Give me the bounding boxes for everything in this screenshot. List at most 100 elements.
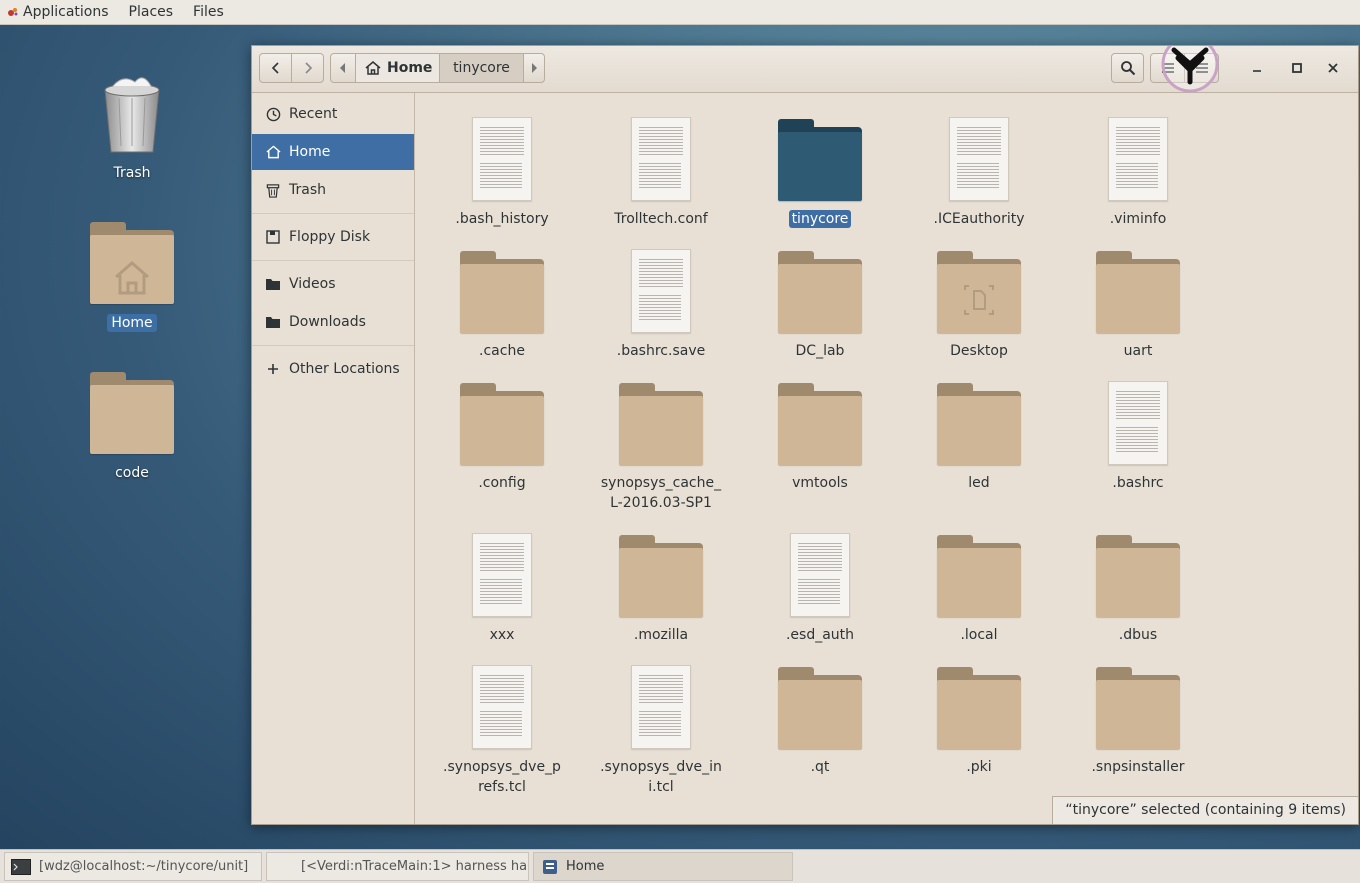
overlay-logo-icon bbox=[1161, 46, 1219, 93]
file-item[interactable]: .qt bbox=[745, 659, 895, 777]
file-item[interactable]: Desktop bbox=[904, 243, 1054, 361]
gnome-foot-icon bbox=[8, 8, 18, 16]
file-name: .local bbox=[960, 627, 998, 643]
chevron-left-icon bbox=[271, 62, 279, 74]
file-name: Trolltech.conf bbox=[614, 211, 708, 227]
minimize-button[interactable] bbox=[1242, 53, 1272, 83]
text-file-icon bbox=[472, 665, 532, 749]
sidebar-item-label: Other Locations bbox=[289, 361, 400, 377]
header-bar: Home tinycore bbox=[252, 46, 1358, 93]
file-grid: .bash_history Trolltech.conf tinycore .ICEa… bbox=[415, 93, 1358, 824]
sidebar-item-videos[interactable]: Videos bbox=[252, 266, 414, 302]
desktop-code-label: code bbox=[115, 465, 149, 481]
task-home[interactable]: Home bbox=[533, 852, 793, 881]
sidebar-item-label: Recent bbox=[289, 106, 338, 122]
taskbar: [wdz@localhost:~/tinycore/unit] [<Verdi:… bbox=[0, 849, 1360, 883]
file-name: uart bbox=[1123, 343, 1153, 359]
maximize-button[interactable] bbox=[1282, 53, 1312, 83]
file-item[interactable]: .config bbox=[427, 375, 577, 493]
sidebar-item-floppy-disk[interactable]: Floppy Disk bbox=[252, 219, 414, 255]
file-item[interactable]: .pki bbox=[904, 659, 1054, 777]
file-item[interactable]: .ICEauthority bbox=[904, 111, 1054, 229]
plus-icon bbox=[268, 364, 278, 374]
files-menu[interactable]: Files bbox=[183, 0, 234, 24]
trash-icon bbox=[104, 77, 160, 153]
file-name: led bbox=[968, 475, 990, 491]
file-item[interactable]: led bbox=[904, 375, 1054, 493]
file-item[interactable]: .esd_auth bbox=[745, 527, 895, 645]
sidebar-item-recent[interactable]: Recent bbox=[252, 96, 414, 132]
file-item[interactable]: .viminfo bbox=[1063, 111, 1213, 229]
path-home-label: Home bbox=[387, 60, 433, 76]
folder-icon bbox=[266, 278, 280, 290]
text-file-icon bbox=[949, 117, 1009, 201]
file-name: DC_lab bbox=[795, 343, 845, 359]
file-item[interactable]: .synopsys_dve_prefs.tcl bbox=[427, 659, 577, 797]
file-item[interactable]: synopsys_cache_L-2016.03-SP1 bbox=[586, 375, 736, 513]
path-home-button[interactable]: Home bbox=[355, 53, 440, 83]
home-icon bbox=[265, 145, 281, 159]
search-button[interactable] bbox=[1111, 53, 1144, 83]
file-name: xxx bbox=[489, 627, 515, 643]
file-name: .bash_history bbox=[455, 211, 549, 227]
sidebar-item-other-locations[interactable]: Other Locations bbox=[252, 351, 414, 387]
file-name: .pki bbox=[966, 759, 992, 775]
file-item[interactable]: .synopsys_dve_ini.tcl bbox=[586, 659, 736, 797]
file-item[interactable]: uart bbox=[1063, 243, 1213, 361]
task-verdi[interactable]: [<Verdi:nTraceMain:1> harness harne... bbox=[266, 852, 529, 881]
file-item[interactable]: .bash_history bbox=[427, 111, 577, 229]
trash-icon bbox=[266, 183, 280, 198]
close-icon bbox=[1328, 63, 1338, 73]
sidebar-separator bbox=[252, 345, 414, 346]
file-name: .snpsinstaller bbox=[1091, 759, 1185, 775]
file-item[interactable]: Trolltech.conf bbox=[586, 111, 736, 229]
back-button[interactable] bbox=[259, 53, 292, 83]
file-item[interactable]: tinycore bbox=[745, 111, 895, 229]
file-item[interactable]: .bashrc.save bbox=[586, 243, 736, 361]
task-terminal[interactable]: [wdz@localhost:~/tinycore/unit] bbox=[4, 852, 262, 881]
sidebar-item-home[interactable]: Home bbox=[252, 134, 414, 170]
minimize-icon bbox=[1253, 70, 1261, 72]
file-item[interactable]: .local bbox=[904, 527, 1054, 645]
folder-icon bbox=[937, 535, 1021, 617]
file-name: Desktop bbox=[950, 343, 1008, 359]
desktop-home[interactable]: Home bbox=[72, 222, 192, 332]
sidebar-item-downloads[interactable]: Downloads bbox=[252, 304, 414, 340]
triangle-right-icon bbox=[532, 63, 537, 73]
file-item[interactable]: .cache bbox=[427, 243, 577, 361]
file-name: .synopsys_dve_prefs.tcl bbox=[443, 759, 561, 795]
file-name: vmtools bbox=[792, 475, 848, 491]
text-file-icon bbox=[472, 117, 532, 201]
search-icon bbox=[1120, 61, 1135, 76]
path-current-label: tinycore bbox=[453, 60, 510, 76]
file-item[interactable]: .snpsinstaller bbox=[1063, 659, 1213, 777]
maximize-icon bbox=[1292, 63, 1302, 73]
file-item[interactable]: .bashrc bbox=[1063, 375, 1213, 493]
file-name: synopsys_cache_L-2016.03-SP1 bbox=[600, 475, 722, 511]
file-name: .dbus bbox=[1118, 627, 1158, 643]
sidebar-item-label: Home bbox=[289, 144, 331, 160]
path-current-button[interactable]: tinycore bbox=[439, 53, 524, 83]
sidebar-separator bbox=[252, 213, 414, 214]
places-menu[interactable]: Places bbox=[119, 0, 184, 24]
status-text: “tinycore” selected (containing 9 items) bbox=[1065, 802, 1346, 818]
file-item[interactable]: xxx bbox=[427, 527, 577, 645]
file-name: tinycore bbox=[788, 210, 852, 228]
path-scroll-left[interactable] bbox=[330, 53, 356, 83]
file-manager-icon bbox=[543, 859, 557, 874]
file-item[interactable]: vmtools bbox=[745, 375, 895, 493]
folder-icon bbox=[1096, 667, 1180, 749]
sidebar-item-trash[interactable]: Trash bbox=[252, 172, 414, 208]
sidebar-item-label: Floppy Disk bbox=[289, 229, 371, 245]
path-scroll-right[interactable] bbox=[523, 53, 545, 83]
folder-icon bbox=[778, 251, 862, 333]
file-item[interactable]: DC_lab bbox=[745, 243, 895, 361]
close-button[interactable] bbox=[1318, 53, 1348, 83]
forward-button[interactable] bbox=[291, 53, 324, 83]
applications-menu[interactable]: Applications bbox=[21, 0, 119, 24]
folder-icon bbox=[778, 383, 862, 465]
file-item[interactable]: .mozilla bbox=[586, 527, 736, 645]
file-item[interactable]: .dbus bbox=[1063, 527, 1213, 645]
desktop-code[interactable]: code bbox=[72, 372, 192, 482]
desktop-trash[interactable]: Trash bbox=[72, 72, 192, 182]
